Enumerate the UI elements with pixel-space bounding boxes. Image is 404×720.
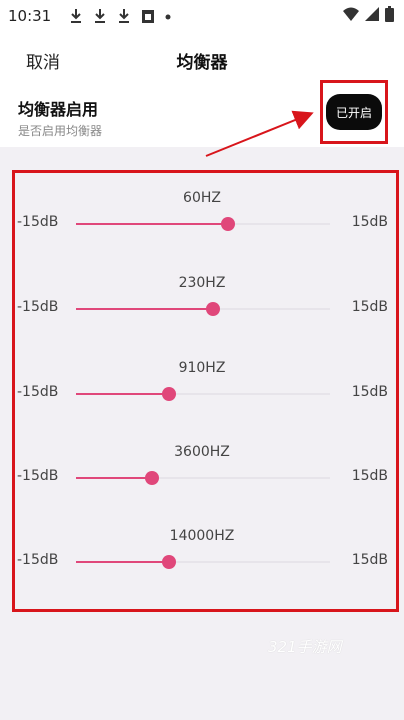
- eq-band: 60HZ -15dB 15dB: [0, 190, 404, 260]
- eq-band: 14000HZ -15dB 15dB: [0, 528, 404, 598]
- band-min-label: -15dB: [17, 468, 59, 484]
- notification-icons: [69, 8, 171, 24]
- enable-subtitle: 是否启用均衡器: [18, 124, 103, 138]
- band-frequency-label: 3600HZ: [174, 444, 230, 460]
- eq-band: 230HZ -15dB 15dB: [0, 275, 404, 345]
- download-icon: [117, 8, 131, 24]
- band-max-label: 15dB: [351, 384, 388, 400]
- band-slider-fill: [76, 477, 153, 479]
- equalizer-enable-row: 均衡器启用 是否启用均衡器 已开启: [0, 80, 404, 150]
- band-frequency-label: 910HZ: [178, 360, 226, 376]
- band-slider-fill: [76, 223, 229, 225]
- eq-band: 910HZ -15dB 15dB: [0, 360, 404, 430]
- band-slider-thumb[interactable]: [145, 471, 160, 485]
- enable-title: 均衡器启用: [18, 100, 99, 119]
- band-frequency-label: 14000HZ: [169, 528, 235, 544]
- status-time: 10:31: [8, 7, 52, 25]
- band-slider-thumb[interactable]: [162, 387, 177, 401]
- watermark: 321手游网: [268, 638, 342, 656]
- band-slider-fill: [76, 308, 214, 310]
- system-icons: [343, 6, 394, 22]
- band-frequency-label: 60HZ: [183, 190, 221, 206]
- band-min-label: -15dB: [17, 552, 59, 568]
- band-frequency-label: 230HZ: [178, 275, 226, 291]
- status-bar: 10:31: [0, 0, 404, 32]
- band-slider-fill: [76, 561, 170, 563]
- band-slider-thumb[interactable]: [206, 302, 221, 316]
- clipboard-icon: [141, 8, 155, 24]
- enable-toggle-button[interactable]: 已开启: [326, 94, 382, 130]
- band-max-label: 15dB: [351, 552, 388, 568]
- top-bar: 取消 均衡器: [0, 40, 404, 80]
- dot-icon: [165, 8, 171, 24]
- download-icon: [69, 8, 83, 24]
- download-icon: [93, 8, 107, 24]
- band-min-label: -15dB: [17, 299, 59, 315]
- band-slider-fill: [76, 393, 170, 395]
- battery-icon: [385, 6, 394, 22]
- eq-band: 3600HZ -15dB 15dB: [0, 444, 404, 514]
- band-min-label: -15dB: [17, 384, 59, 400]
- band-slider-thumb[interactable]: [221, 217, 236, 231]
- band-slider-thumb[interactable]: [162, 555, 177, 569]
- signal-icon: [365, 6, 379, 22]
- band-max-label: 15dB: [351, 214, 388, 230]
- band-max-label: 15dB: [351, 468, 388, 484]
- page-title: 均衡器: [176, 53, 228, 73]
- wifi-icon: [343, 6, 359, 22]
- band-max-label: 15dB: [351, 299, 388, 315]
- band-min-label: -15dB: [17, 214, 59, 230]
